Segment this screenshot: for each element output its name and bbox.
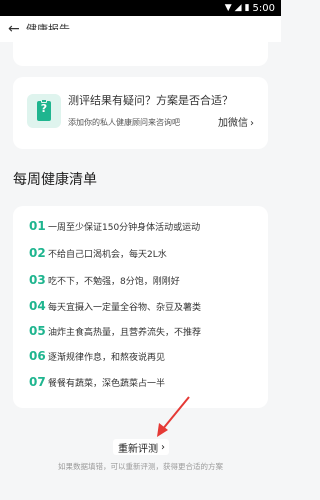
item-text: 吃不下，不勉强，8分饱，刚刚好 bbox=[48, 277, 180, 287]
item-number: 04 bbox=[29, 299, 46, 313]
consult-card[interactable]: ? 测评结果有疑问？方案是否合适？ 添加你的私人健康顾问来咨询吧 加微信 › bbox=[13, 77, 268, 149]
chevron-right-icon: › bbox=[161, 441, 165, 453]
add-wechat-label: 加微信 bbox=[218, 118, 248, 129]
list-item: 07 餐餐有蔬菜，深色蔬菜占一半 bbox=[29, 375, 165, 389]
item-text: 每天宜摄入一定量全谷物、杂豆及薯类 bbox=[48, 303, 202, 313]
list-item: 02 不给自己口渴机会，每天2L水 bbox=[29, 246, 167, 260]
add-wechat-link[interactable]: 加微信 › bbox=[218, 114, 254, 129]
list-item: 04 每天宜摄入一定量全谷物、杂豆及薯类 bbox=[29, 299, 201, 313]
list-item: 06 逐渐规律作息，和熬夜说再见 bbox=[29, 349, 165, 363]
battery-icon: ▮ bbox=[244, 3, 250, 13]
item-number: 07 bbox=[29, 375, 46, 389]
item-text: 餐餐有蔬菜，深色蔬菜占一半 bbox=[48, 379, 166, 389]
consult-title: 测评结果有疑问？方案是否合适？ bbox=[68, 94, 233, 107]
list-item: 01 一周至少保证150分钟身体活动或运动 bbox=[29, 219, 200, 233]
item-number: 06 bbox=[29, 349, 46, 363]
wifi-icon: ▼ bbox=[224, 3, 232, 13]
footer-note: 如果数据填错，可以重新评测，获得更合适的方案 bbox=[58, 462, 223, 471]
status-time: 5:00 bbox=[252, 2, 275, 14]
item-text: 一周至少保证150分钟身体活动或运动 bbox=[48, 223, 201, 233]
report-card-bottom bbox=[13, 30, 268, 66]
item-number: 01 bbox=[29, 219, 46, 233]
item-text: 不给自己口渴机会，每天2L水 bbox=[48, 250, 167, 260]
signal-icon: ◢ bbox=[234, 3, 242, 13]
item-number: 02 bbox=[29, 246, 46, 260]
item-number: 05 bbox=[29, 324, 46, 338]
list-item: 03 吃不下，不勉强，8分饱，刚刚好 bbox=[29, 273, 180, 287]
chevron-right-icon: › bbox=[250, 118, 254, 129]
item-text: 油炸主食高热量，且营养流失，不推荐 bbox=[48, 328, 202, 338]
status-bar: ▼ ◢ ▮ 5:00 bbox=[0, 0, 281, 16]
consult-subtitle: 添加你的私人健康顾问来咨询吧 bbox=[68, 118, 180, 127]
retest-label: 重新评测 bbox=[118, 443, 158, 455]
weekly-checklist-card: 01 一周至少保证150分钟身体活动或运动 02 不给自己口渴机会，每天2L水 … bbox=[13, 206, 268, 408]
clipboard-question-icon: ? bbox=[27, 94, 61, 128]
list-item: 05 油炸主食高热量，且营养流失，不推荐 bbox=[29, 324, 201, 338]
item-text: 逐渐规律作息，和熬夜说再见 bbox=[48, 353, 166, 363]
retest-button[interactable]: 重新评测 › bbox=[113, 439, 169, 455]
item-number: 03 bbox=[29, 273, 46, 287]
section-title: 每周健康清单 bbox=[13, 172, 97, 188]
